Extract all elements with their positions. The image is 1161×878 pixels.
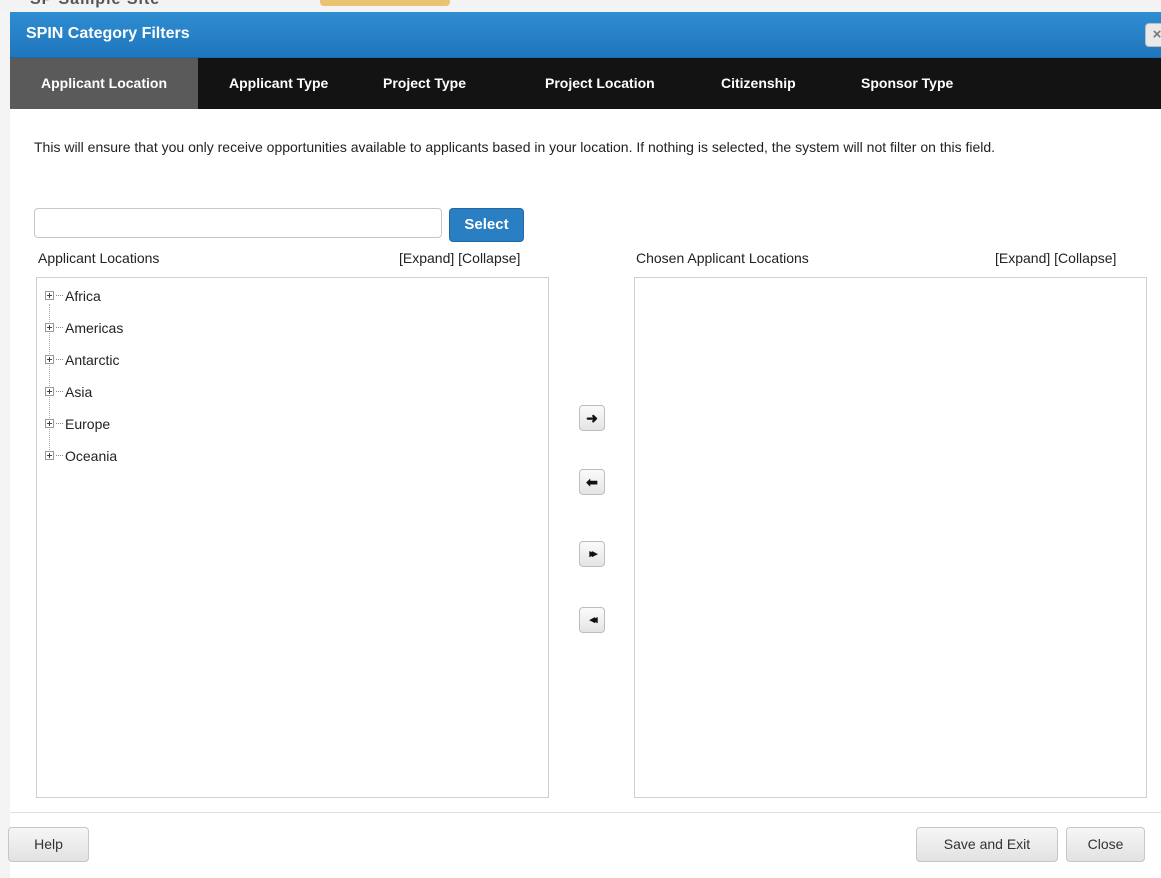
tab-citizenship[interactable]: Citizenship	[721, 58, 796, 109]
tab-project-type[interactable]: Project Type	[383, 58, 466, 109]
dialog-titlebar: SPIN Category Filters ×	[10, 12, 1161, 58]
left-collapse-link[interactable]: [Collapse]	[458, 250, 520, 266]
arrow-left-icon: ⬅	[586, 474, 598, 490]
category-tab-bar: Applicant Location Applicant Type Projec…	[10, 58, 1161, 109]
tree-item-label: Europe	[65, 416, 111, 432]
right-collapse-link[interactable]: [Collapse]	[1054, 250, 1116, 266]
move-all-left-button[interactable]: ◂◂	[579, 607, 605, 633]
tree-item-label: Africa	[65, 288, 101, 304]
arrow-right-icon: ➜	[586, 410, 598, 426]
select-button[interactable]: Select	[449, 208, 524, 242]
tree-item-label: Americas	[65, 320, 124, 336]
expand-plus-icon[interactable]	[45, 291, 54, 300]
right-expand-link[interactable]: [Expand]	[995, 250, 1050, 266]
tree-branch-line	[56, 359, 63, 360]
tab-applicant-location[interactable]: Applicant Location	[10, 58, 198, 109]
close-dialog-icon[interactable]: ×	[1145, 23, 1161, 47]
close-button[interactable]: Close	[1066, 827, 1145, 862]
chosen-locations-list[interactable]	[634, 277, 1147, 798]
expand-plus-icon[interactable]	[45, 451, 54, 460]
tab-sponsor-type[interactable]: Sponsor Type	[861, 58, 953, 109]
applicant-locations-label: Applicant Locations	[38, 250, 160, 266]
expand-plus-icon[interactable]	[45, 419, 54, 428]
tab-project-location[interactable]: Project Location	[545, 58, 655, 109]
tree-branch-line	[56, 455, 63, 456]
right-expand-collapse: [Expand] [Collapse]	[995, 250, 1116, 266]
left-expand-link[interactable]: [Expand]	[399, 250, 454, 266]
save-and-exit-button[interactable]: Save and Exit	[916, 827, 1058, 862]
tree-item-label: Asia	[65, 384, 93, 400]
tree-branch-line	[56, 295, 63, 296]
location-search-input[interactable]	[34, 208, 442, 238]
page: SP Sample Site SPIN Category Filters × A…	[0, 0, 1161, 878]
tree-branch-line	[56, 391, 63, 392]
move-right-button[interactable]: ➜	[579, 405, 605, 431]
tree-item-label: Antarctic	[65, 352, 120, 368]
filter-description: This will ensure that you only receive o…	[34, 139, 996, 155]
expand-plus-icon[interactable]	[45, 387, 54, 396]
footer-divider	[10, 812, 1161, 813]
tree-item-label: Oceania	[65, 448, 118, 464]
double-arrow-right-icon: ▸▸	[589, 548, 597, 560]
dialog-title: SPIN Category Filters	[26, 25, 190, 42]
spin-category-filters-dialog: SPIN Category Filters × Applicant Locati…	[8, 12, 1161, 878]
help-button[interactable]: Help	[8, 827, 89, 862]
expand-plus-icon[interactable]	[45, 323, 54, 332]
applicant-locations-tree: Africa Americas Antarctic Asia Europe Oc…	[36, 277, 549, 798]
tree-branch-line	[56, 327, 63, 328]
move-left-button[interactable]: ⬅	[579, 469, 605, 495]
background-page-header: SP Sample Site	[0, 0, 1161, 12]
chosen-locations-label: Chosen Applicant Locations	[636, 250, 809, 266]
left-expand-collapse: [Expand] [Collapse]	[399, 250, 520, 266]
double-arrow-left-icon: ◂◂	[589, 614, 597, 626]
expand-plus-icon[interactable]	[45, 355, 54, 364]
tab-applicant-type[interactable]: Applicant Type	[229, 58, 328, 109]
background-logo	[320, 0, 450, 6]
tree-branch-line	[56, 423, 63, 424]
move-all-right-button[interactable]: ▸▸	[579, 541, 605, 567]
background-page-heading: SP Sample Site	[30, 0, 160, 9]
